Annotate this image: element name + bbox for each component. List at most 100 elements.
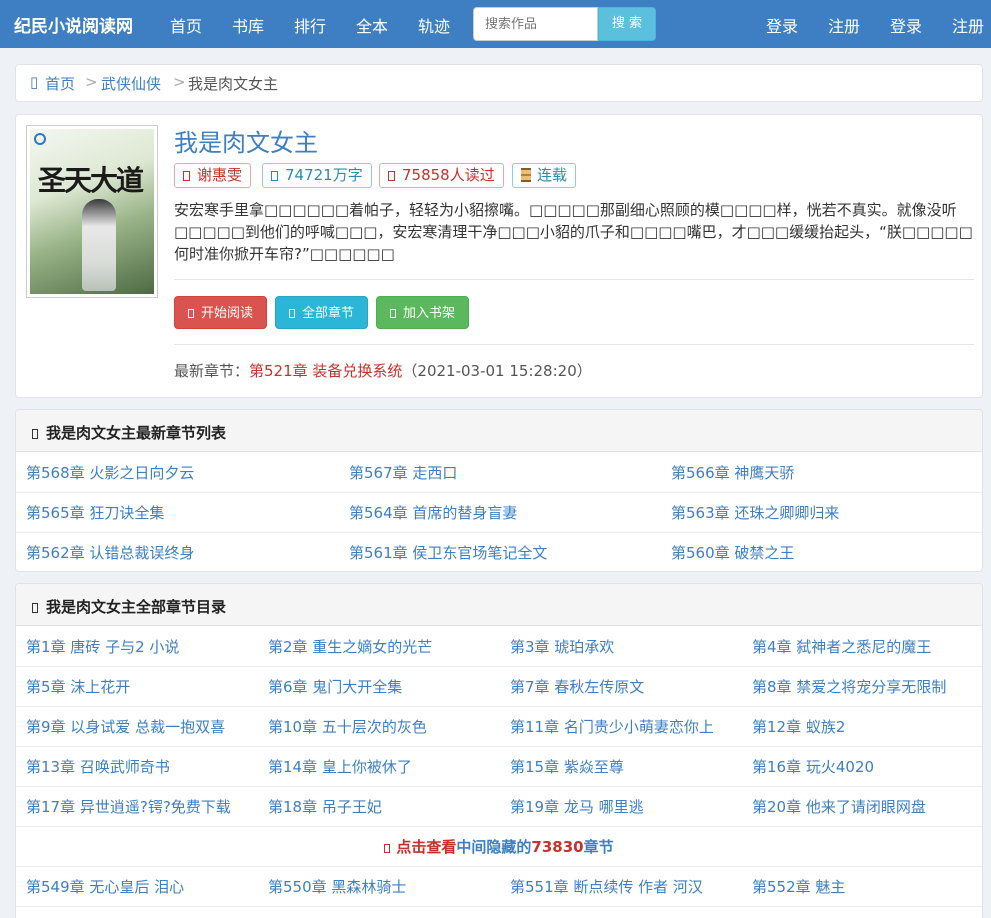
nav-library[interactable]: 书库 (232, 13, 264, 37)
chapter-link[interactable]: 第13章 召唤武师奇书 (26, 756, 170, 777)
chapter-link[interactable]: 第561章 侯卫东官场笔记全文 (349, 542, 547, 563)
row-divider (16, 826, 982, 827)
home-icon: ▯ (30, 73, 39, 91)
chapter-link[interactable]: 第7章 春秋左传原文 (510, 676, 644, 697)
chapter-link[interactable]: 第1章 唐砖 子与2 小说 (26, 636, 179, 657)
search-button[interactable]: 搜 索 (598, 7, 656, 41)
status-badge: 连载 (512, 163, 577, 188)
all-chapters-panel: 我是肉文女主全部章节目录 第1章 唐砖 子与2 小说 第2章 重生之嫡女的光芒 … (15, 583, 983, 918)
word-count: 74721万字 (285, 166, 363, 184)
chapter-link[interactable]: 第9章 以身试爱 总裁一抱双喜 (26, 716, 225, 737)
nav-home[interactable]: 首页 (170, 13, 202, 37)
panel-header: 我是肉文女主最新章节列表 (16, 410, 982, 452)
book-title: 我是肉文女主 (174, 129, 318, 157)
chapter-link[interactable]: 第567章 走西口 (349, 462, 457, 483)
chapter-link[interactable]: 第4章 弑神者之悉尼的魔王 (752, 636, 931, 657)
show-hidden-chapters-link[interactable]: 点击查看中间隐藏的73830章节 (16, 836, 982, 857)
breadcrumb-separator: > (173, 73, 186, 91)
row-divider (16, 706, 982, 707)
login-link[interactable]: 登录 (766, 13, 798, 37)
hidden-middle: 中间隐藏的 (456, 838, 532, 856)
book-description: 安宏寒手里拿□□□□□□着帕子，轻轻为小貂擦嘴。□□□□□那副细心照顾的模□□□… (174, 201, 973, 263)
user-icon (183, 171, 190, 181)
row-divider (16, 532, 982, 533)
row-divider (16, 866, 982, 867)
chapter-link[interactable]: 第17章 异世逍遥?锷?免费下载 (26, 796, 231, 817)
add-bookshelf-button[interactable]: 加入书架 (376, 296, 470, 329)
chapter-link[interactable]: 第16章 玩火4020 (752, 756, 874, 777)
chapter-link[interactable]: 第18章 吊子王妃 (268, 796, 382, 817)
chapter-link[interactable]: 第11章 名门贵少小萌妻恋你上 (510, 716, 714, 737)
chapter-link[interactable]: 第549章 无心皇后 泪心 (26, 876, 184, 897)
latest-chapters-heading: 我是肉文女主最新章节列表 (32, 422, 226, 443)
row-divider (16, 492, 982, 493)
latest-chapters-title: 我是肉文女主最新章节列表 (46, 424, 227, 442)
readers-badge: 75858人读过 (379, 163, 504, 188)
nav-history[interactable]: 轨迹 (418, 13, 450, 37)
chapter-link[interactable]: 第551章 断点续传 作者 河汉 (510, 876, 703, 897)
breadcrumb-home[interactable]: 首页 (45, 73, 75, 94)
list-icon (289, 309, 295, 318)
chapter-link[interactable]: 第3章 琥珀承欢 (510, 636, 614, 657)
latest-chapters-panel: 我是肉文女主最新章节列表 第568章 火影之日向夕云 第567章 走西口 第56… (15, 409, 983, 572)
chapter-link[interactable]: 第566章 神鹰天骄 (671, 462, 794, 483)
chapter-link[interactable]: 第19章 龙马 哪里逃 (510, 796, 644, 817)
chapter-link[interactable]: 第550章 黑森林骑士 (268, 876, 406, 897)
chapter-link[interactable]: 第568章 火影之日向夕云 (26, 462, 194, 483)
chapter-link[interactable]: 第14章 皇上你被休了 (268, 756, 412, 777)
breadcrumb-separator: > (85, 73, 98, 91)
chapter-link[interactable]: 第560章 破禁之王 (671, 542, 794, 563)
chapter-link[interactable]: 第12章 蚁族2 (752, 716, 845, 737)
hidden-prefix: 点击查看 (396, 838, 457, 856)
breadcrumb: ▯ 首页 > 武侠仙侠 > 我是肉文女主 (15, 64, 983, 102)
top-navbar: 纪民小说阅读网 首页 书库 排行 全本 轨迹 搜 索 登录 注册 登录 注册 (0, 0, 991, 48)
login-link-2[interactable]: 登录 (890, 13, 922, 37)
start-reading-button[interactable]: 开始阅读 (174, 296, 268, 329)
chapter-link[interactable]: 第5章 沫上花开 (26, 676, 130, 697)
eye-icon (388, 171, 395, 181)
list-icon (32, 603, 38, 613)
panel-header: 我是肉文女主全部章节目录 (16, 584, 982, 626)
row-divider (16, 666, 982, 667)
plus-icon (390, 309, 396, 318)
chapter-link[interactable]: 第562章 认错总裁误终身 (26, 542, 194, 563)
site-logo[interactable]: 纪民小说阅读网 (14, 12, 133, 37)
nav-ranking[interactable]: 排行 (294, 13, 326, 37)
book-status: 连载 (537, 166, 568, 184)
author-badge[interactable]: 谢惠雯 (174, 163, 252, 188)
chapter-link[interactable]: 第564章 首席的替身盲妻 (349, 502, 517, 523)
chapter-link[interactable]: 第552章 魅主 (752, 876, 845, 897)
latest-update-time: （2021-03-01 15:28:20） (402, 362, 592, 380)
latest-chapter-info: 最新章节：第521章 装备兑换系统（2021-03-01 15:28:20） (174, 360, 592, 381)
latest-label: 最新章节： (174, 362, 250, 380)
author-name: 谢惠雯 (197, 166, 243, 184)
book-info-panel: 圣天大道 我是肉文女主 谢惠雯 74721万字 75858人读过 连载 安宏寒手… (15, 114, 983, 398)
chapter-link[interactable]: 第15章 紫焱至尊 (510, 756, 624, 777)
row-divider (16, 786, 982, 787)
app-logo-icon (34, 133, 46, 145)
book-icon (188, 309, 194, 318)
chapter-link[interactable]: 第8章 禁爱之将宠分享无限制 (752, 676, 946, 697)
book-cover[interactable]: 圣天大道 (26, 125, 158, 298)
chapter-link[interactable]: 第2章 重生之嫡女的光芒 (268, 636, 432, 657)
all-chapters-label: 全部章节 (302, 306, 355, 321)
chapter-link[interactable]: 第20章 他来了请闭眼网盘 (752, 796, 926, 817)
start-reading-label: 开始阅读 (201, 306, 254, 321)
nav-completed[interactable]: 全本 (356, 13, 388, 37)
row-divider (16, 746, 982, 747)
register-link[interactable]: 注册 (828, 13, 860, 37)
chapter-link[interactable]: 第6章 鬼门大开全集 (268, 676, 402, 697)
expand-icon (384, 844, 391, 853)
latest-chapter-link[interactable]: 第521章 装备兑换系统 (249, 362, 402, 380)
all-chapters-button[interactable]: 全部章节 (275, 296, 369, 329)
chapter-link[interactable]: 第10章 五十层次的灰色 (268, 716, 427, 737)
chapter-link[interactable]: 第563章 还珠之卿卿归来 (671, 502, 839, 523)
breadcrumb-category[interactable]: 武侠仙侠 (101, 73, 161, 94)
hidden-suffix: 章节 (583, 838, 614, 856)
row-divider (16, 906, 982, 907)
cover-image: 圣天大道 (30, 129, 154, 294)
chapter-link[interactable]: 第565章 狂刀诀全集 (26, 502, 164, 523)
register-link-2[interactable]: 注册 (952, 13, 984, 37)
add-bookshelf-label: 加入书架 (403, 306, 456, 321)
search-input[interactable] (473, 7, 598, 41)
